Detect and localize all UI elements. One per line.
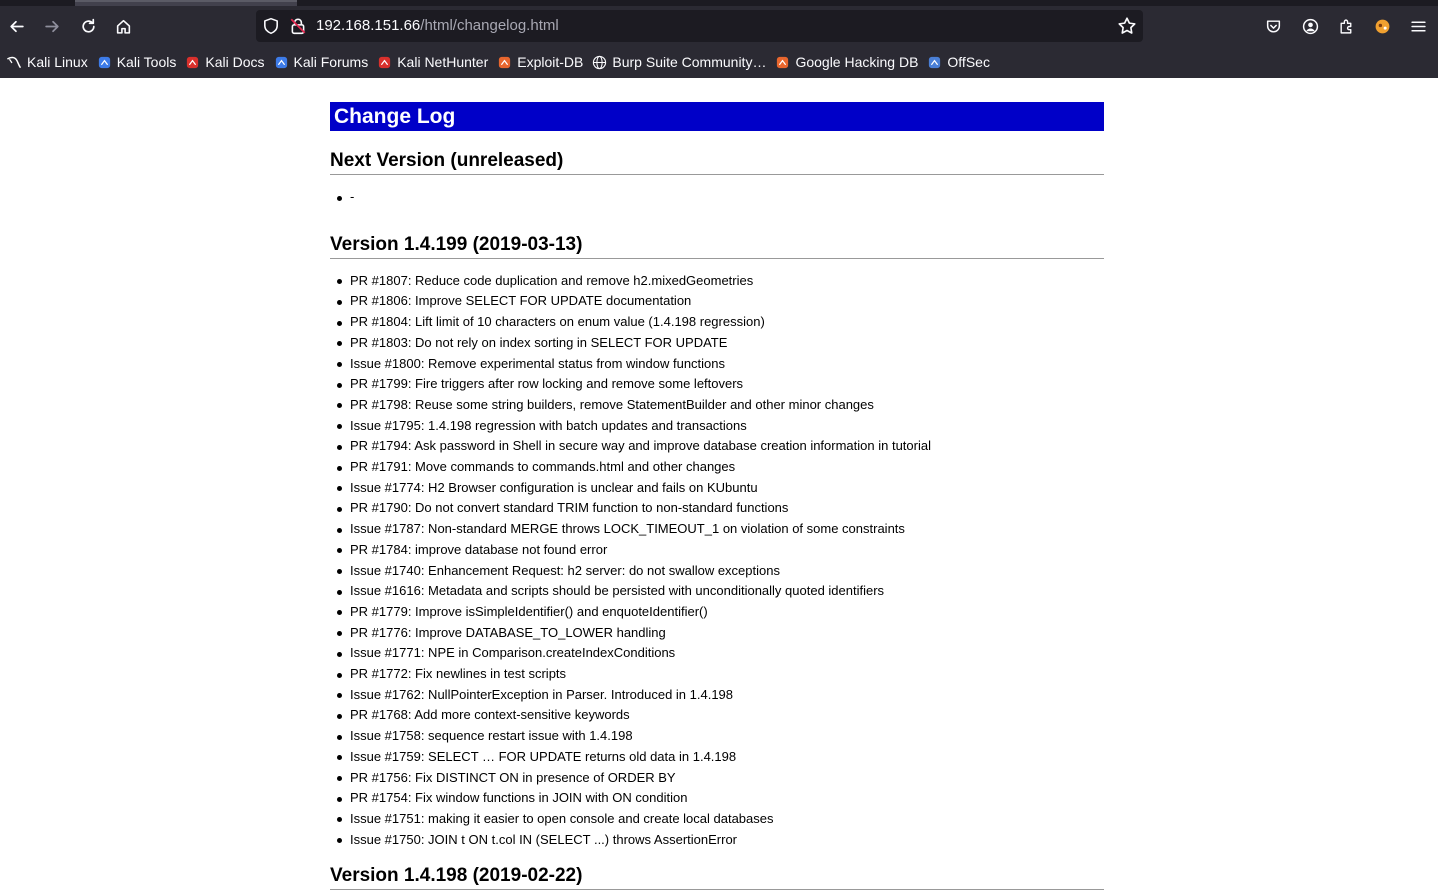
changelog-item: PR #1779: Improve isSimpleIdentifier() a… <box>330 602 1104 623</box>
url-path: /html/changelog.html <box>420 17 559 34</box>
changelog-item: PR #1790: Do not convert standard TRIM f… <box>330 498 1104 519</box>
insecure-lock-icon[interactable] <box>289 17 307 35</box>
url-host: 192.168.151.66 <box>316 17 421 34</box>
changelog-item: PR #1806: Improve SELECT FOR UPDATE docu… <box>330 291 1104 312</box>
pocket-button[interactable] <box>1259 12 1287 40</box>
changelog-item: Issue #1771: NPE in Comparison.createInd… <box>330 643 1104 664</box>
account-icon <box>1302 18 1318 34</box>
changelog-item: PR #1768: Add more context-sensitive key… <box>330 705 1104 726</box>
bookmark-label: Kali NetHunter <box>397 54 489 70</box>
bookmark-label: Kali Forums <box>293 54 369 70</box>
changelog-item: PR #1807: Reduce code duplication and re… <box>330 271 1104 292</box>
home-button[interactable] <box>109 12 137 40</box>
kali-nethunter-icon <box>377 55 392 70</box>
bookmark-item[interactable]: Kali Tools <box>94 50 182 74</box>
section-heading-version-1-4-199: Version 1.4.199 (2019-03-13) <box>330 234 1104 259</box>
bookmark-label: Kali Docs <box>205 54 265 70</box>
section-heading-version-1-4-198: Version 1.4.198 (2019-02-22) <box>330 865 1104 890</box>
changelog-item: Issue #1795: 1.4.198 regression with bat… <box>330 416 1104 437</box>
extension-button[interactable] <box>1368 12 1396 40</box>
section-heading-next-version: Next Version (unreleased) <box>330 150 1104 175</box>
changelog-item: Issue #1751: making it easier to open co… <box>330 809 1104 830</box>
bookmark-item[interactable]: OffSec <box>924 50 995 74</box>
arrow-right-icon <box>44 20 59 32</box>
changelog-item: Issue #1740: Enhancement Request: h2 ser… <box>330 561 1104 582</box>
bookmark-item[interactable]: Kali Linux <box>4 50 93 74</box>
changelog-item: PR #1798: Reuse some string builders, re… <box>330 395 1104 416</box>
bookmark-item[interactable]: Kali Forums <box>271 50 374 74</box>
changelog-item: PR #1754: Fix window functions in JOIN w… <box>330 788 1104 809</box>
kali-tools-icon <box>97 55 112 70</box>
changelog-item: PR #1784: improve database not found err… <box>330 540 1104 561</box>
hamburger-menu-icon <box>1410 20 1426 32</box>
changelog-item: Issue #1750: JOIN t ON t.col IN (SELECT … <box>330 830 1104 851</box>
bookmark-item[interactable]: Kali NetHunter <box>374 50 493 74</box>
bookmark-label: Kali Tools <box>116 54 177 70</box>
menu-button[interactable] <box>1404 12 1432 40</box>
forward-button[interactable] <box>38 12 66 40</box>
changelog-item: PR #1803: Do not rely on index sorting i… <box>330 333 1104 354</box>
changelog-item: PR #1794: Ask password in Shell in secur… <box>330 436 1104 457</box>
kali-forums-icon <box>274 55 289 70</box>
bookmark-item[interactable]: Burp Suite Community… <box>589 50 771 74</box>
changelog-item: Issue #1774: H2 Browser configuration is… <box>330 478 1104 499</box>
bookmark-label: Google Hacking DB <box>795 54 919 70</box>
changelog-item: Issue #1759: SELECT … FOR UPDATE returns… <box>330 747 1104 768</box>
pocket-icon <box>1266 19 1280 33</box>
nav-toolbar: 192.168.151.66/html/changelog.html <box>0 6 1438 46</box>
bookmark-label: Kali Linux <box>27 54 88 70</box>
kali-dragon-icon <box>7 55 22 70</box>
reload-icon <box>81 18 95 33</box>
bookmark-label: Burp Suite Community… <box>612 54 767 70</box>
changelog-item: - <box>330 187 1104 208</box>
page-title: Change Log <box>330 102 1104 131</box>
changelog-item: PR #1772: Fix newlines in test scripts <box>330 664 1104 685</box>
changelog-item: PR #1776: Improve DATABASE_TO_LOWER hand… <box>330 623 1104 644</box>
changelog-item: Issue #1616: Metadata and scripts should… <box>330 581 1104 602</box>
globe-icon <box>592 55 607 70</box>
bookmark-label: Exploit-DB <box>517 54 584 70</box>
puzzle-icon <box>1339 19 1351 34</box>
home-icon <box>116 19 130 34</box>
bookmark-item[interactable]: Kali Docs <box>182 50 269 74</box>
exploit-db-icon <box>497 55 512 70</box>
changelog-item: Issue #1762: NullPointerException in Par… <box>330 685 1104 706</box>
bookmarks-toolbar: Kali Linux Kali Tools Kali Docs Kali Forums… <box>0 46 1438 78</box>
url-text[interactable]: 192.168.151.66/html/changelog.html <box>316 17 559 35</box>
offsec-icon <box>927 55 942 70</box>
changelog-item: Issue #1800: Remove experimental status … <box>330 354 1104 375</box>
changelog-item: Issue #1758: sequence restart issue with… <box>330 726 1104 747</box>
bookmark-item[interactable]: Exploit-DB <box>494 50 588 74</box>
ghdb-icon <box>775 55 790 70</box>
browser-chrome: 192.168.151.66/html/changelog.html Kali … <box>0 0 1438 78</box>
account-button[interactable] <box>1296 12 1324 40</box>
kali-docs-icon <box>185 55 200 70</box>
extension-avatar-icon <box>1375 19 1389 33</box>
changelog-item: PR #1791: Move commands to commands.html… <box>330 457 1104 478</box>
bookmark-item[interactable]: Google Hacking DB <box>772 50 923 74</box>
bookmark-star-icon[interactable] <box>1117 16 1137 36</box>
bookmark-label: OffSec <box>947 54 990 70</box>
back-button[interactable] <box>2 12 30 40</box>
changelog-item: Issue #1787: Non-standard MERGE throws L… <box>330 519 1104 540</box>
shield-icon[interactable] <box>262 17 280 35</box>
changes-list-next-version: - <box>330 187 1104 208</box>
address-bar[interactable]: 192.168.151.66/html/changelog.html <box>256 10 1143 42</box>
extensions-button[interactable] <box>1332 12 1360 40</box>
changelog-item: PR #1804: Lift limit of 10 characters on… <box>330 312 1104 333</box>
reload-button[interactable] <box>74 12 102 40</box>
arrow-left-icon <box>9 20 24 32</box>
changelog-item: PR #1756: Fix DISTINCT ON in presence of… <box>330 768 1104 789</box>
changes-list-version-1-4-199: PR #1807: Reduce code duplication and re… <box>330 271 1104 851</box>
changelog-page: Change Log Next Version (unreleased) - V… <box>330 78 1104 890</box>
changelog-item: PR #1799: Fire triggers after row lockin… <box>330 374 1104 395</box>
